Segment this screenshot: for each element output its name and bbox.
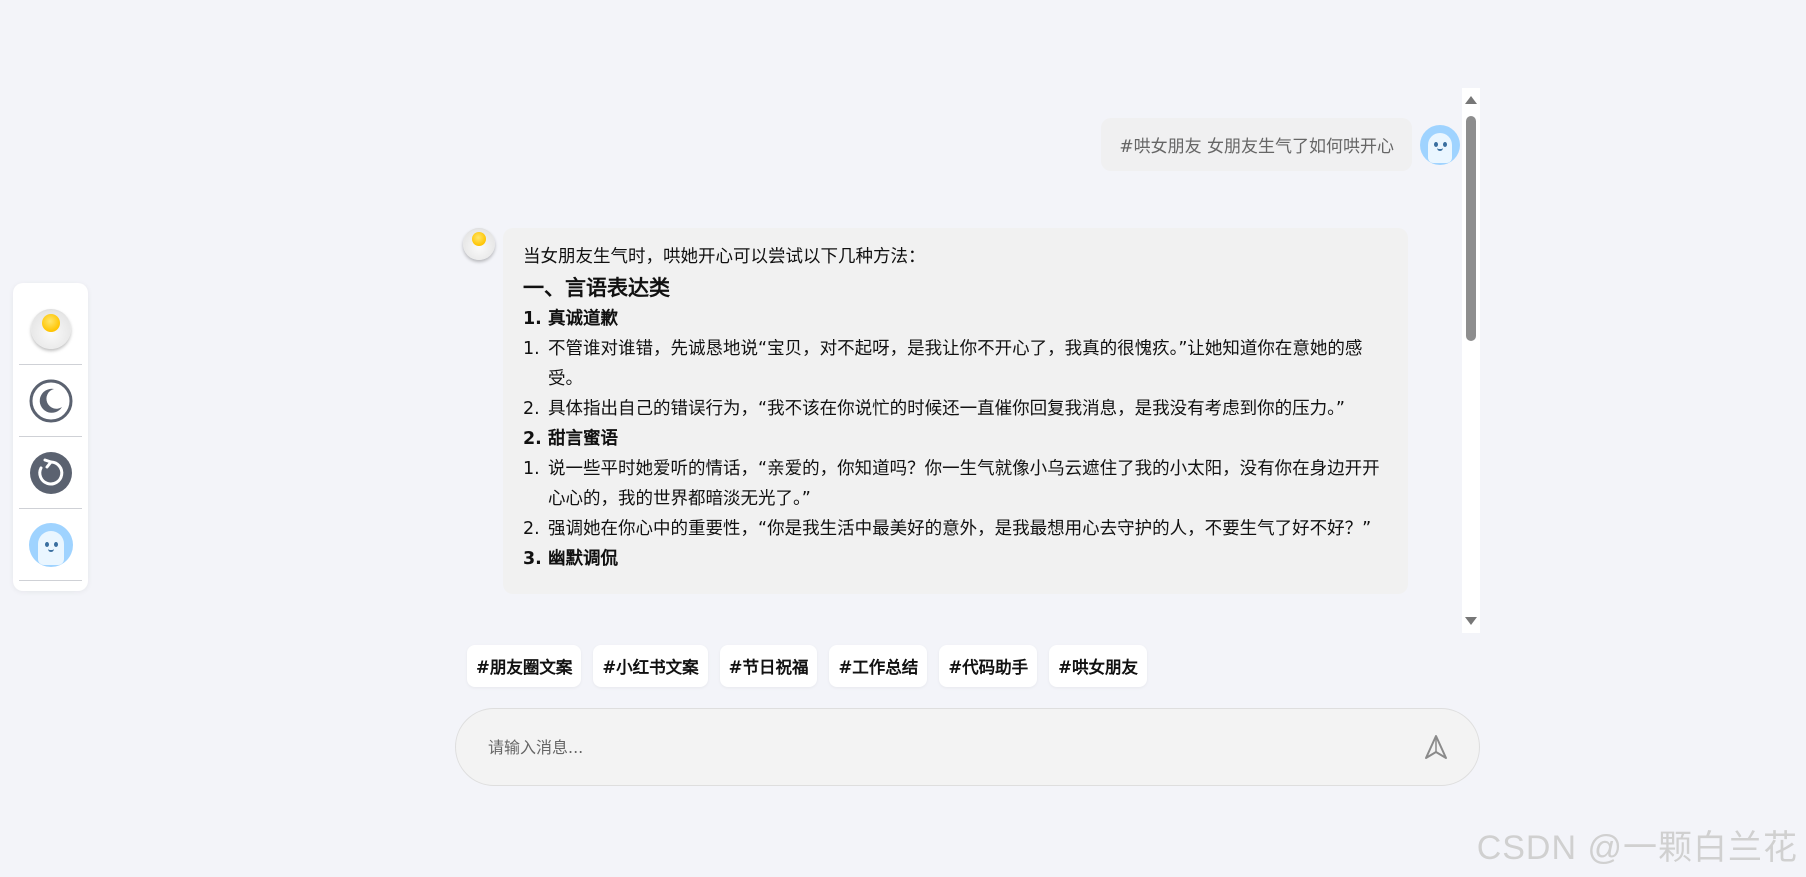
- section-title: 1. 真诚道歉: [523, 309, 618, 329]
- scrollbar-thumb[interactable]: [1466, 116, 1476, 341]
- sidebar-item-dark-mode[interactable]: [19, 365, 82, 437]
- message-input[interactable]: [486, 736, 1423, 758]
- scroll-down-arrow-icon[interactable]: [1465, 617, 1477, 625]
- refresh-icon: [29, 451, 72, 494]
- chat-scroll-area[interactable]: #哄女朋友 女朋友生气了如何哄开心 当女朋友生气时，哄她开心可以尝试以下几种方法…: [455, 88, 1480, 633]
- list-item: 1. 说一些平时她爱听的情话，“亲爱的，你知道吗？你一生气就像小乌云遮住了我的小…: [523, 459, 1380, 509]
- egg-logo-icon: [30, 308, 71, 349]
- user-avatar-icon: [1420, 124, 1460, 165]
- chat-scrollbar[interactable]: [1462, 88, 1480, 633]
- user-message-row: #哄女朋友 女朋友生气了如何哄开心: [1101, 118, 1460, 171]
- section-title: 3. 幽默调侃: [523, 549, 618, 569]
- section-title: 2. 甜言蜜语: [523, 429, 618, 449]
- ai-message-row: 当女朋友生气时，哄她开心可以尝试以下几种方法： 一、言语表达类 1. 真诚道歉 …: [463, 228, 1408, 594]
- list-item: 2. 具体指出自己的错误行为，“我不该在你说忙的时候还一直催你回复我消息，是我没…: [523, 399, 1345, 419]
- tag-moments-copy[interactable]: #朋友圈文案: [467, 645, 582, 687]
- message-input-bar: [455, 708, 1480, 786]
- egg-avatar-icon: [463, 228, 495, 260]
- tag-work-summary[interactable]: #工作总结: [829, 645, 928, 687]
- moon-icon: [29, 379, 72, 422]
- tag-xiaohongshu-copy[interactable]: #小红书文案: [593, 645, 708, 687]
- list-item: 2. 强调她在你心中的重要性，“你是我生活中最美好的意外，是我最想用心去守护的人…: [523, 519, 1372, 539]
- tag-holiday-wishes[interactable]: #节日祝福: [719, 645, 818, 687]
- scroll-up-arrow-icon[interactable]: [1465, 96, 1477, 104]
- ai-intro: 当女朋友生气时，哄她开心可以尝试以下几种方法：: [523, 247, 926, 267]
- user-message-bubble: #哄女朋友 女朋友生气了如何哄开心: [1101, 118, 1412, 171]
- send-icon[interactable]: [1423, 734, 1449, 760]
- sidebar-item-profile[interactable]: [19, 509, 82, 581]
- tag-coax-girlfriend[interactable]: #哄女朋友: [1049, 645, 1147, 687]
- sidebar-item-refresh[interactable]: [19, 437, 82, 509]
- list-item: 1. 不管谁对谁错，先诚恳地说“宝贝，对不起呀，是我让你不开心了，我真的很愧疚。…: [523, 339, 1363, 389]
- tag-code-assistant[interactable]: #代码助手: [939, 645, 1038, 687]
- sidebar-item-home[interactable]: [19, 293, 82, 365]
- sidebar: [13, 283, 88, 591]
- ai-message-bubble: 当女朋友生气时，哄她开心可以尝试以下几种方法： 一、言语表达类 1. 真诚道歉 …: [503, 228, 1408, 594]
- watermark: CSDN @一颗白兰花: [1476, 829, 1798, 867]
- ai-avatar: [463, 228, 495, 260]
- ghost-avatar-icon: [28, 522, 73, 567]
- ai-heading: 一、言语表达类: [523, 276, 670, 300]
- prompt-tags: #朋友圈文案 #小红书文案 #节日祝福 #工作总结 #代码助手 #哄女朋友: [467, 645, 1159, 687]
